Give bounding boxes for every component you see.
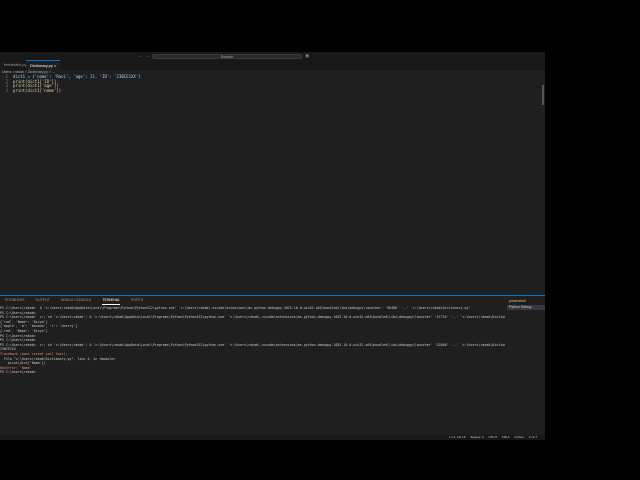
tab-problems[interactable]: PROBLEMS [5, 296, 24, 304]
tab-label: Dictionary.py [30, 63, 53, 68]
terminal-list: powershell Python Debug... [507, 298, 545, 310]
tab-terminal[interactable]: TERMINAL [102, 296, 121, 305]
panel-tabs: PROBLEMS OUTPUT DEBUG CONSOLE TERMINAL P… [0, 296, 545, 305]
tab-debug-console[interactable]: DEBUG CONSOLE [61, 296, 92, 304]
terminal-output[interactable]: PS C:\Users\rakab> & 'c:\Users\rakab\App… [0, 306, 505, 375]
copilot-icon[interactable]: ◉ [305, 53, 309, 59]
tab-label: thedetails.py [4, 62, 27, 67]
vscode-window: ← → Search ◉ thedetails.py Dictionary.py… [0, 52, 545, 440]
code-line: 4 print(dict1['name']) [0, 88, 540, 94]
tab-ports[interactable]: PORTS [131, 296, 143, 304]
close-icon[interactable]: × [54, 63, 56, 68]
terminal-line: PS C:\Users\rakab> [0, 370, 38, 375]
terminal-item-powershell[interactable]: powershell [507, 299, 545, 304]
status-bar: Ln 4, Col 16 Spaces: 4 UTF-8 CRLF Python… [0, 435, 545, 440]
forward-arrow-icon[interactable]: → [145, 53, 150, 59]
title-bar: ← → Search ◉ [0, 52, 545, 60]
language-mode[interactable]: Python [514, 435, 523, 439]
python-version[interactable]: 3.12.7 [529, 435, 537, 439]
terminal-line: PS C:\Users\rakab> c:; cd 'c:\Users\raka… [0, 342, 505, 347]
cursor-position[interactable]: Ln 4, Col 16 [449, 435, 465, 439]
indentation[interactable]: Spaces: 4 [470, 435, 483, 439]
tab-dictionary[interactable]: Dictionary.py × [26, 60, 61, 70]
terminal-item-python-debug[interactable]: Python Debug... [507, 305, 545, 310]
search-label: Search [220, 53, 234, 59]
back-arrow-icon[interactable]: ← [138, 53, 143, 59]
terminal-panel: PROBLEMS OUTPUT DEBUG CONSOLE TERMINAL P… [0, 295, 545, 435]
code-text: print(dict1['name']) [13, 88, 62, 94]
editor-tabs: thedetails.py Dictionary.py × [0, 60, 545, 70]
terminal-line: PS C:\Users\rakab> c:; cd 'c:\Users\raka… [0, 315, 505, 320]
search-box[interactable]: Search [152, 53, 302, 59]
code-editor[interactable]: 1 dict1 = {'name': 'Ravi', 'age': 21, 'ID… [0, 74, 540, 295]
terminal-line: PS C:\Users\rakab> & 'c:\Users\rakab\App… [0, 306, 471, 310]
encoding[interactable]: UTF-8 [488, 435, 497, 439]
line-ending[interactable]: CRLF [502, 435, 510, 439]
editor-scrollbar[interactable] [541, 75, 545, 295]
tab-output[interactable]: OUTPUT [35, 296, 49, 304]
line-number: 4 [5, 88, 8, 94]
